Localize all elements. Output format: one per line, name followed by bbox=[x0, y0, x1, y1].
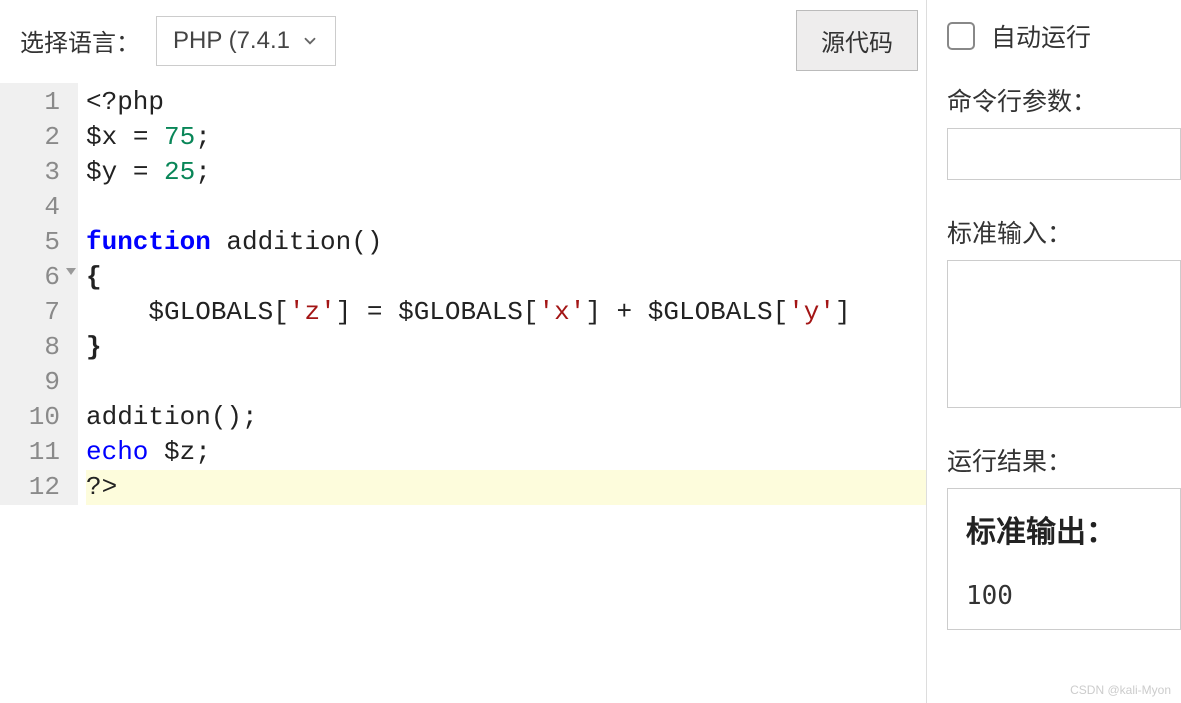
gutter-line: 8 bbox=[0, 330, 78, 365]
code-area[interactable]: <?php$x = 75;$y = 25; function addition()… bbox=[78, 83, 926, 505]
code-line[interactable]: $y = 25; bbox=[86, 155, 926, 190]
gutter-line: 4 bbox=[0, 190, 78, 225]
cmdline-input[interactable] bbox=[947, 128, 1181, 180]
gutter-line: 6 bbox=[0, 260, 78, 295]
code-line[interactable]: { bbox=[86, 260, 926, 295]
code-editor[interactable]: 123456789101112 <?php$x = 75;$y = 25;fun… bbox=[0, 83, 926, 505]
autorun-label: 自动运行 bbox=[991, 18, 1091, 54]
gutter-line: 3 bbox=[0, 155, 78, 190]
code-line[interactable]: $x = 75; bbox=[86, 120, 926, 155]
code-line[interactable]: ?> bbox=[86, 470, 926, 505]
output-title: 标准输出： bbox=[966, 507, 1162, 551]
code-line[interactable]: function addition() bbox=[86, 225, 926, 260]
code-line[interactable]: } bbox=[86, 330, 926, 365]
gutter-line: 12 bbox=[0, 470, 78, 505]
output-value: 100 bbox=[966, 581, 1162, 611]
stdin-label: 标准输入： bbox=[947, 214, 1181, 250]
output-box: 标准输出： 100 bbox=[947, 488, 1181, 630]
gutter-line: 11 bbox=[0, 435, 78, 470]
watermark: CSDN @kali-Myon bbox=[1070, 683, 1171, 697]
language-select[interactable]: PHP (7.4.1 bbox=[156, 16, 336, 66]
language-label: 选择语言： bbox=[20, 23, 140, 58]
source-code-button[interactable]: 源代码 bbox=[796, 10, 918, 71]
code-line[interactable]: <?php bbox=[86, 85, 926, 120]
code-line[interactable]: echo $z; bbox=[86, 435, 926, 470]
gutter-line: 5 bbox=[0, 225, 78, 260]
gutter-line: 1 bbox=[0, 85, 78, 120]
result-label: 运行结果： bbox=[947, 442, 1181, 478]
code-line[interactable]: addition(); bbox=[86, 400, 926, 435]
fold-marker-icon[interactable] bbox=[66, 268, 76, 275]
editor-panel: 选择语言： PHP (7.4.1 源代码 123456789101112 <?p… bbox=[0, 0, 926, 703]
code-line[interactable] bbox=[86, 190, 926, 225]
language-selected-text: PHP (7.4.1 bbox=[173, 27, 301, 55]
chevron-down-icon bbox=[301, 32, 319, 50]
side-panel: 自动运行 命令行参数： 标准输入： 运行结果： 标准输出： 100 bbox=[926, 0, 1181, 703]
line-gutter: 123456789101112 bbox=[0, 83, 78, 505]
gutter-line: 10 bbox=[0, 400, 78, 435]
gutter-line: 7 bbox=[0, 295, 78, 330]
stdin-input[interactable] bbox=[947, 260, 1181, 408]
cmdline-label: 命令行参数： bbox=[947, 82, 1181, 118]
autorun-row: 自动运行 bbox=[947, 18, 1181, 54]
gutter-line: 9 bbox=[0, 365, 78, 400]
code-line[interactable]: $GLOBALS['z'] = $GLOBALS['x'] + $GLOBALS… bbox=[86, 295, 926, 330]
gutter-line: 2 bbox=[0, 120, 78, 155]
code-line[interactable] bbox=[86, 365, 926, 400]
toolbar: 选择语言： PHP (7.4.1 源代码 bbox=[0, 0, 926, 83]
autorun-checkbox[interactable] bbox=[947, 22, 975, 50]
